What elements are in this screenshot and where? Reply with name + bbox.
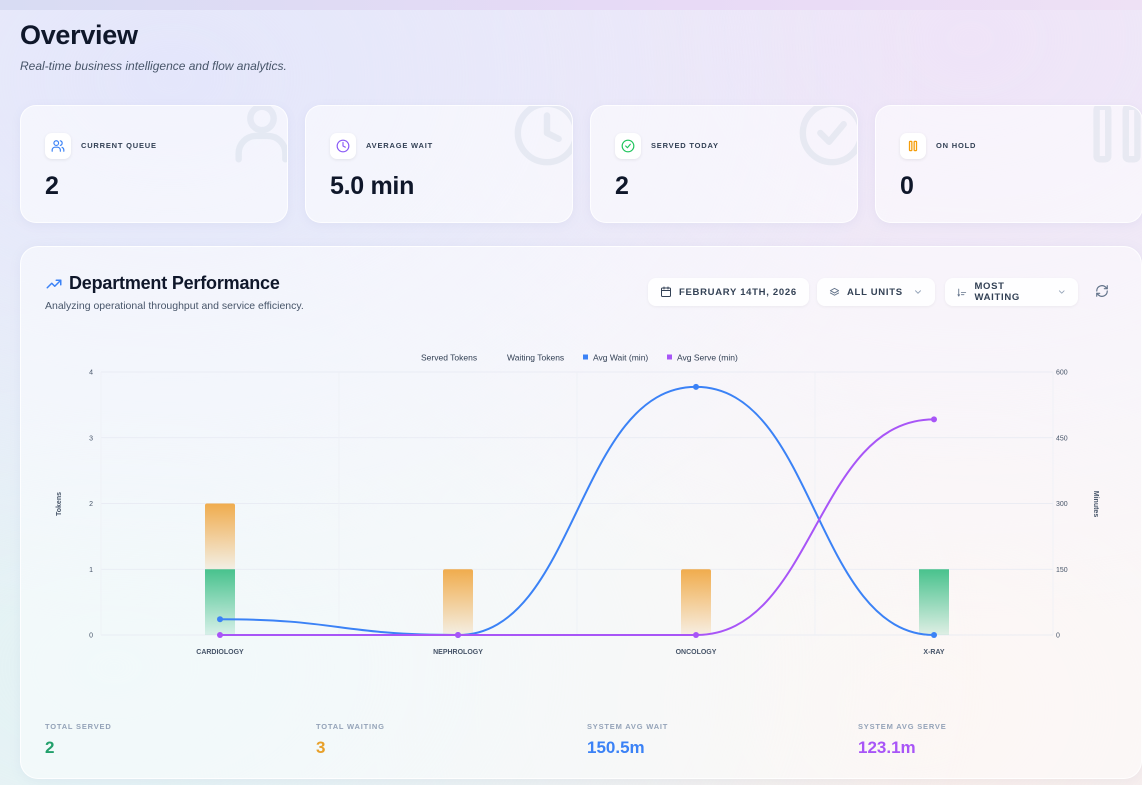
point-avg-serve (931, 416, 937, 423)
trending-up-icon (46, 279, 62, 288)
point-avg-serve (455, 632, 461, 638)
refresh-button[interactable] (1095, 284, 1111, 300)
y2-tick-label: 300 (1056, 501, 1068, 508)
legend-label: Avg Serve (min) (677, 353, 738, 363)
total-waiting: TOTAL WAITING 3 (316, 722, 385, 758)
sort-filter-select[interactable]: MOST WAITING (945, 278, 1078, 306)
stat-label: AVERAGE WAIT (366, 141, 433, 150)
users-icon (45, 133, 71, 159)
total-value: 3 (316, 738, 326, 757)
stat-label: ON HOLD (936, 141, 977, 150)
point-avg-serve (693, 632, 699, 638)
y2-tick-label: 150 (1056, 567, 1068, 574)
chevron-down-icon (915, 290, 921, 294)
total-label: TOTAL SERVED (45, 722, 112, 731)
unit-filter-select[interactable]: ALL UNITS (817, 278, 935, 306)
check-circle-watermark-icon (797, 106, 857, 173)
total-served: TOTAL SERVED 2 (45, 722, 112, 758)
y-tick-label: 1 (89, 567, 93, 574)
date-label: FEBRUARY 14TH, 2026 (679, 286, 797, 298)
point-avg-wait (217, 616, 223, 623)
page-title: Overview (20, 20, 138, 50)
stat-value: 2 (615, 172, 629, 200)
stat-label: CURRENT QUEUE (81, 141, 157, 150)
bar-waiting (681, 569, 711, 635)
system-avg-wait: SYSTEM AVG WAIT 150.5m (587, 722, 668, 758)
stat-card-current-queue: CURRENT QUEUE 2 (20, 105, 288, 223)
point-avg-wait (931, 632, 937, 638)
stat-value: 0 (900, 172, 914, 200)
check-circle-icon (615, 133, 641, 159)
panel-header: Department Performance (45, 273, 280, 294)
legend-swatch (667, 354, 672, 360)
total-value: 150.5m (587, 738, 645, 757)
y2-tick-label: 0 (1056, 633, 1060, 640)
unit-filter-value: ALL UNITS (847, 286, 903, 298)
sort-filter-value: MOST WAITING (974, 281, 1020, 303)
y2-tick-label: 450 (1056, 435, 1068, 442)
chart-container: Served Tokens Waiting Tokens Avg Wait (min… (21, 342, 1121, 678)
clock-icon (330, 133, 356, 159)
date-picker-button[interactable]: FEBRUARY 14TH, 2026 (648, 278, 809, 306)
stat-value: 5.0 min (330, 172, 415, 200)
pause-icon (900, 133, 926, 159)
point-avg-serve (217, 632, 223, 638)
refresh-icon (1096, 285, 1108, 297)
users-watermark-icon (227, 106, 287, 173)
window-top-edge (0, 0, 1142, 10)
y-tick-label: 2 (89, 501, 93, 508)
pause-watermark-icon (1082, 106, 1142, 173)
x-tick-label: CARDIOLOGY (196, 649, 244, 656)
stat-label: SERVED TODAY (651, 141, 719, 150)
bar-waiting (205, 503, 235, 570)
department-chart: Served Tokens Waiting Tokens Avg Wait (min… (45, 353, 1121, 678)
total-value: 2 (45, 738, 55, 757)
total-label: TOTAL WAITING (316, 722, 385, 731)
system-avg-serve: SYSTEM AVG SERVE 123.1m (858, 722, 947, 758)
stat-card-served-today: SERVED TODAY 2 (590, 105, 858, 223)
legend-label: Served Tokens (421, 353, 477, 363)
total-label: SYSTEM AVG WAIT (587, 722, 669, 731)
page-subtitle: Real-time business intelligence and flow… (20, 59, 287, 73)
y-tick-label: 3 (89, 435, 93, 442)
x-tick-label: NEPHROLOGY (433, 649, 483, 656)
layers-icon (829, 287, 840, 296)
point-avg-wait (693, 383, 699, 390)
total-value: 123.1m (858, 738, 916, 757)
x-tick-label: X-RAY (923, 649, 944, 656)
stat-card-average-wait: AVERAGE WAIT 5.0 min (305, 105, 573, 223)
page-header: Overview Real-time business intelligence… (20, 20, 287, 73)
bar-served (205, 569, 235, 635)
department-performance-panel: Department Performance Analyzing operati… (20, 246, 1142, 779)
y-tick-label: 4 (89, 370, 93, 377)
calendar-icon (661, 286, 671, 297)
legend-label: Waiting Tokens (507, 353, 564, 363)
legend-label: Avg Wait (min) (593, 353, 648, 363)
x-tick-label: ONCOLOGY (676, 649, 717, 656)
chevron-down-icon (1058, 290, 1065, 294)
bar-waiting (443, 569, 473, 635)
stat-value: 2 (45, 172, 59, 200)
y2-tick-label: 600 (1056, 370, 1068, 377)
stat-card-on-hold: ON HOLD 0 (875, 105, 1142, 223)
bar-served (919, 569, 949, 635)
sort-icon (957, 288, 967, 296)
y-tick-label: 0 (89, 633, 93, 640)
clock-watermark-icon (512, 106, 572, 173)
panel-subtitle: Analyzing operational throughput and ser… (45, 300, 304, 312)
total-label: SYSTEM AVG SERVE (858, 722, 947, 731)
legend-swatch (583, 354, 588, 360)
panel-title: Department Performance (69, 273, 280, 293)
y2-axis-title: Minutes (1092, 491, 1099, 518)
y-axis-title: Tokens (56, 492, 63, 516)
